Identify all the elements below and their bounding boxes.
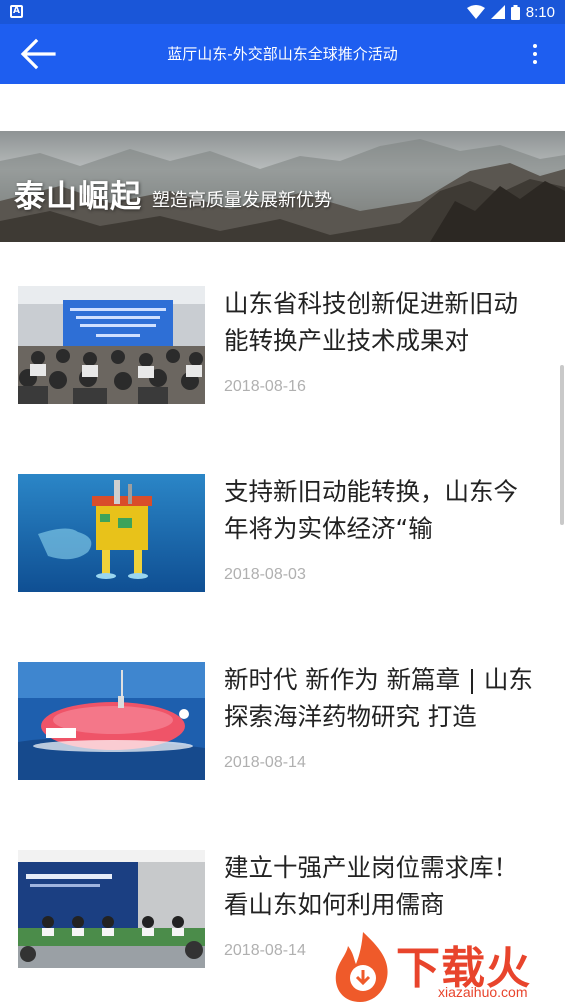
scrollbar[interactable] xyxy=(560,365,564,525)
wifi-icon xyxy=(466,5,485,19)
conference-hall-image xyxy=(18,286,205,404)
news-date: 2018-08-14 xyxy=(224,754,306,771)
status-icons: 8:10 xyxy=(466,2,555,22)
submersible-image xyxy=(18,662,205,780)
news-item[interactable]: 支持新旧动能转换，山东今年将为实体经济“输 2018-08-03 xyxy=(0,430,565,618)
news-date: 2018-08-03 xyxy=(224,566,306,583)
press-conference-image xyxy=(18,850,205,968)
topic-banner[interactable]: 泰山崛起 塑造高质量发展新优势 xyxy=(0,131,565,242)
news-item[interactable]: 新时代 新作为 新篇章 | 山东探索海洋药物研究 打造 2018-08-14 xyxy=(0,618,565,806)
clock-time: 8:10 xyxy=(525,3,555,21)
signal-icon xyxy=(490,5,505,19)
arrow-left-icon xyxy=(20,38,56,70)
news-item[interactable]: 山东省科技创新促进新旧动能转换产业技术成果对 2018-08-16 xyxy=(0,242,565,430)
status-bar: A 8:10 xyxy=(0,0,565,24)
battery-icon xyxy=(510,4,520,20)
banner-main-text: 泰山崛起 xyxy=(14,179,142,215)
news-thumbnail xyxy=(18,662,205,780)
news-date: 2018-08-16 xyxy=(224,378,306,395)
offshore-platform-image xyxy=(18,474,205,592)
watermark-url: xiazaihuo.com xyxy=(438,984,528,1000)
news-title: 支持新旧动能转换，山东今年将为实体经济“输 xyxy=(224,477,518,543)
news-title: 新时代 新作为 新篇章 | 山东探索海洋药物研究 打造 xyxy=(224,665,533,731)
news-title: 建立十强产业岗位需求库！看山东如何利用儒商 xyxy=(224,853,518,919)
news-thumbnail xyxy=(18,286,205,404)
watermark-logo: 下载火 xiazaihuo.com xyxy=(330,928,560,1004)
page-title: 蓝厅山东-外交部山东全球推介活动 xyxy=(167,45,398,63)
news-title: 山东省科技创新促进新旧动能转换产业技术成果对 xyxy=(224,289,518,355)
more-vertical-icon xyxy=(533,44,537,48)
news-thumbnail xyxy=(18,850,205,968)
news-thumbnail xyxy=(18,474,205,592)
flame-icon xyxy=(335,932,388,1002)
app-bar: 蓝厅山东-外交部山东全球推介活动 xyxy=(0,24,565,84)
app-notification-icon: A xyxy=(10,5,23,18)
banner-sub-text: 塑造高质量发展新优势 xyxy=(152,190,332,211)
back-button[interactable] xyxy=(18,38,58,70)
news-date: 2018-08-14 xyxy=(224,942,306,959)
more-options-button[interactable] xyxy=(529,42,541,66)
